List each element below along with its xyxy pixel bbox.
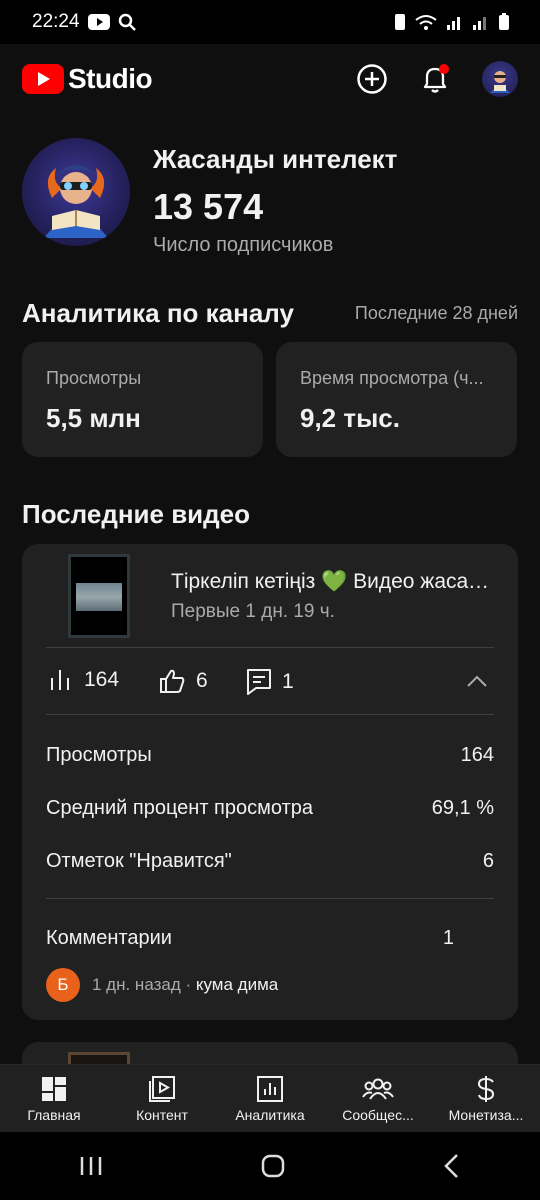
analytics-period: Последние 28 дней [354,303,518,323]
comment-age: 1 дн. назад · [92,975,196,994]
stat-label: Просмотры [46,744,152,766]
inline-likes: 6 [158,668,208,694]
nav-community[interactable]: Сообщес... [324,1065,432,1133]
app-bar: Studio [0,44,540,114]
search-notification-icon [118,13,136,31]
divider [46,647,494,648]
battery-icon [499,13,509,30]
nav-analytics[interactable]: Аналитика [216,1065,324,1133]
video-title[interactable]: Тіркеліп кетіңіз 💚 Видео жасау... [171,570,491,594]
nav-label: Аналитика [235,1107,305,1123]
video-thumbnail-image [76,583,122,611]
back-icon[interactable] [442,1153,462,1179]
stat-label: Средний процент просмотра [46,797,313,819]
like-icon [160,669,185,693]
nav-label: Контент [136,1107,188,1123]
dollar-icon [477,1076,495,1102]
watch-time-card[interactable]: Время просмотра (ч... 9,2 тыс. [276,342,517,457]
subscriber-count-label: Число подписчиков [153,234,334,256]
comment-icon [247,669,271,695]
bottom-navigation: Главная Контент Аналитика Сообщес... Мон… [0,1064,540,1133]
video-time-window: Первые 1 дн. 19 ч. [171,601,335,622]
views-card[interactable]: Просмотры 5,5 млн [22,342,263,457]
inline-views: 164 [48,668,119,692]
recent-apps-icon[interactable] [78,1154,104,1178]
inline-comments-value: 1 [282,670,294,693]
channel-avatar[interactable] [22,138,130,246]
signal-icon [447,17,460,30]
stat-value: 69,1 % [431,797,494,819]
channel-name: Жасанды интелект [153,144,398,174]
youtube-notification-icon [87,14,110,30]
stat-row-likes: Отметок "Нравится" 6 [46,850,494,873]
stat-row-avg-percent: Средний процент просмотра 69,1 % [46,797,494,820]
comments-row[interactable]: Комментарии 1 [46,927,454,950]
inline-views-value: 164 [84,668,120,691]
community-icon [362,1078,394,1100]
nav-dashboard[interactable]: Главная [0,1065,108,1133]
logo-text: Studio [68,63,153,94]
content-icon [149,1076,175,1102]
account-avatar[interactable] [482,61,518,97]
dashboard-icon [42,1077,66,1101]
status-bar: 22:24 [0,0,540,44]
nav-label: Монетиза... [448,1107,524,1123]
nav-monetization[interactable]: Монетиза... [432,1065,540,1133]
inline-likes-value: 6 [196,669,208,692]
analytics-section-title: Аналитика по каналу [22,298,294,328]
wifi-icon [415,15,437,30]
chevron-up-icon[interactable] [466,674,488,688]
inline-comments: 1 [246,668,294,696]
views-bars-icon [51,670,69,690]
subscriber-count: 13 574 [153,186,264,227]
channel-avatar-illustration-icon [44,165,108,238]
youtube-logo-icon [22,64,64,94]
nav-label: Сообщес... [342,1107,414,1123]
stat-value: 6 [482,850,494,872]
watch-time-card-label: Время просмотра (ч... [300,368,484,388]
stat-label: Отметок "Нравится" [46,850,232,872]
create-icon[interactable] [356,63,388,95]
divider [46,898,494,899]
recent-videos-title: Последние видео [22,499,251,529]
analytics-icon [257,1076,283,1102]
home-icon[interactable] [260,1153,286,1179]
views-card-label: Просмотры [46,368,142,388]
channel-header: Жасанды интелект 13 574 Число подписчико… [22,138,522,256]
recent-video-card: Тіркеліп кетіңіз 💚 Видео жасау... Первые… [22,544,518,1020]
video-thumbnail[interactable] [68,554,130,638]
commenter-avatar: Б [46,968,80,1002]
status-time: 22:24 [32,11,80,32]
sim-icon [395,14,405,30]
comment-author: кума дима [195,975,279,994]
comments-value: 1 [442,927,454,949]
notifications-bell-icon[interactable] [420,63,450,95]
watch-time-card-value: 9,2 тыс. [300,403,400,433]
system-navigation-bar [0,1132,540,1200]
youtube-studio-logo[interactable]: Studio [22,63,153,95]
nav-content[interactable]: Контент [108,1065,216,1133]
stat-value: 164 [460,744,494,766]
latest-comment[interactable]: Б 1 дн. назад · кума дима [46,968,278,1002]
nav-label: Главная [27,1107,81,1123]
views-card-value: 5,5 млн [46,403,141,433]
comments-label: Комментарии [46,927,172,949]
signal-icon-2 [473,17,486,30]
stat-row-views: Просмотры 164 [46,744,494,767]
divider [46,714,494,715]
avatar-illustration-icon [490,70,510,93]
